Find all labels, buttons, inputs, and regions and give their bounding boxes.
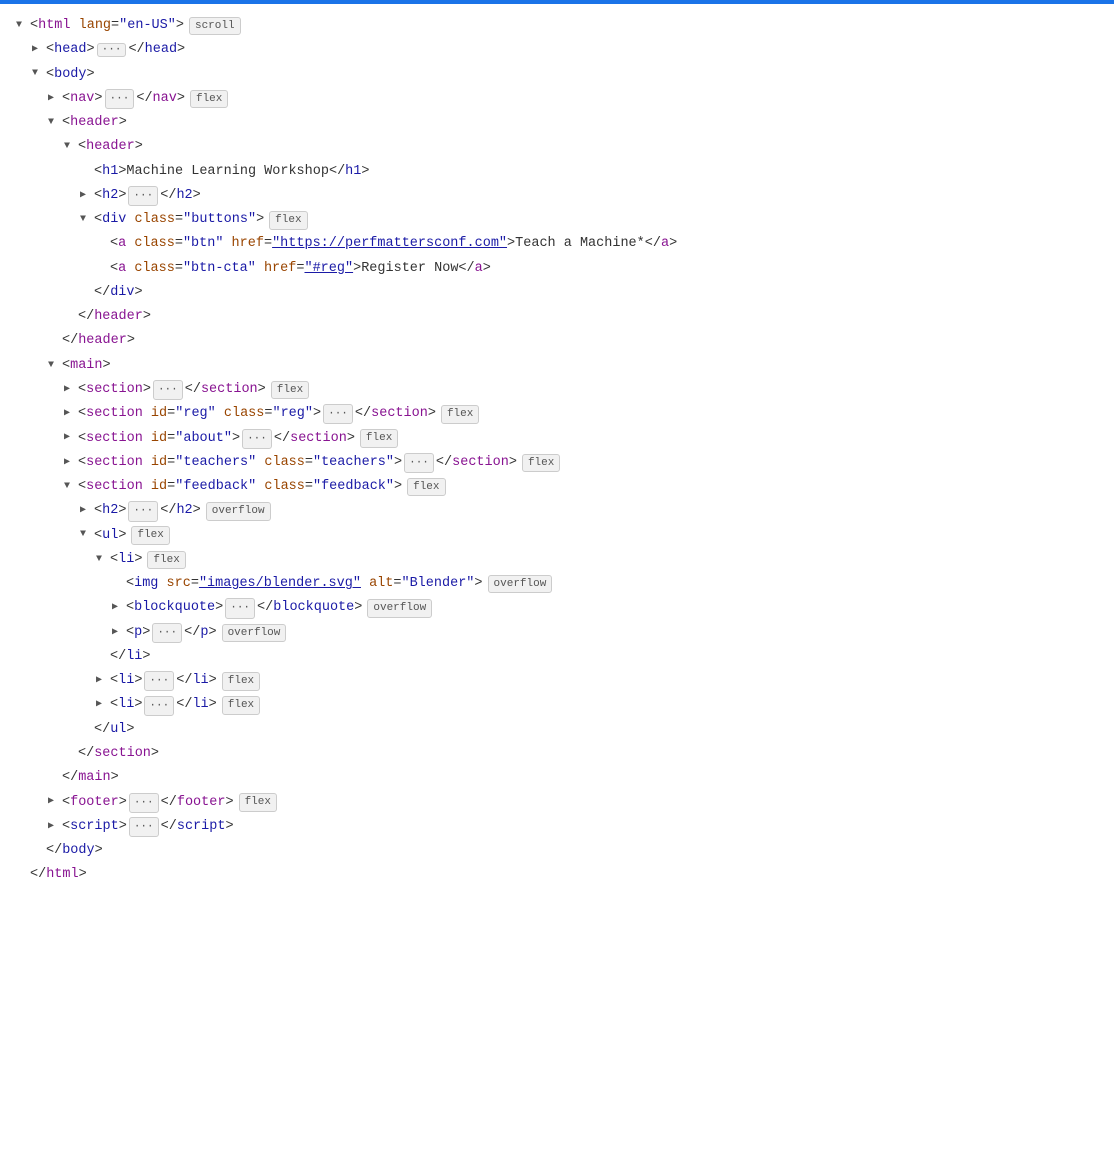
line-html-close: ▶ </html>: [16, 863, 1098, 887]
badge-li3-flex: flex: [222, 696, 260, 715]
line-header1-open: <header>: [16, 111, 1098, 135]
badge-section-about-flex: flex: [360, 429, 398, 448]
badge-p-overflow: overflow: [222, 624, 287, 643]
line-footer: <footer>···</footer> flex: [16, 791, 1098, 815]
line-nav: <nav>···</nav> flex: [16, 87, 1098, 111]
triangle-section-teachers[interactable]: [64, 455, 78, 472]
badge-ul-flex: flex: [131, 526, 169, 545]
badge-img-overflow: overflow: [488, 575, 553, 594]
triangle-div-buttons[interactable]: [80, 212, 94, 229]
badge-nav-flex: flex: [190, 90, 228, 109]
triangle-nav[interactable]: [48, 91, 62, 108]
triangle-p[interactable]: [112, 625, 126, 642]
line-header1-close: ▶ </header>: [16, 329, 1098, 353]
line-li-open: <li> flex: [16, 548, 1098, 572]
line-header2-close: ▶ </header>: [16, 305, 1098, 329]
badge-section-feedback-flex: flex: [407, 478, 445, 497]
dom-tree: <html lang="en-US"> scroll <head>···</he…: [0, 4, 1114, 1164]
badge-li-flex: flex: [147, 551, 185, 570]
line-h2-feedback: <h2>···</h2> overflow: [16, 499, 1098, 523]
triangle-section-feedback[interactable]: [64, 479, 78, 496]
badge-scroll: scroll: [189, 17, 241, 36]
badge-section1-flex: flex: [271, 381, 309, 400]
triangle-h2-feedback[interactable]: [80, 503, 94, 520]
triangle-main[interactable]: [48, 358, 62, 375]
badge-section-reg-flex: flex: [441, 405, 479, 424]
line-section-reg: <section id="reg" class="reg">···</secti…: [16, 402, 1098, 426]
line-section1: <section>···</section> flex: [16, 378, 1098, 402]
badge-h2-overflow: overflow: [206, 502, 271, 521]
line-html: <html lang="en-US"> scroll: [16, 14, 1098, 38]
triangle-html[interactable]: [16, 18, 30, 35]
line-img: ▶ <img src="images/blender.svg" alt="Ble…: [16, 572, 1098, 596]
line-a-btn-cta: ▶ <a class="btn-cta" href="#reg">Registe…: [16, 257, 1098, 281]
line-body-close: ▶ </body>: [16, 839, 1098, 863]
triangle-section-reg[interactable]: [64, 406, 78, 423]
line-div-buttons: <div class="buttons"> flex: [16, 208, 1098, 232]
badge-section-teachers-flex: flex: [522, 454, 560, 473]
line-ul-close: ▶ </ul>: [16, 718, 1098, 742]
badge-blockquote-overflow: overflow: [367, 599, 432, 618]
triangle-li3[interactable]: [96, 697, 110, 714]
triangle-footer[interactable]: [48, 794, 62, 811]
line-main-open: <main>: [16, 354, 1098, 378]
line-a-btn: ▶ <a class="btn" href="https://perfmatte…: [16, 232, 1098, 256]
line-h1: ▶ <h1>Machine Learning Workshop</h1>: [16, 160, 1098, 184]
line-blockquote: <blockquote>···</blockquote> overflow: [16, 596, 1098, 620]
badge-li2-flex: flex: [222, 672, 260, 691]
triangle-script[interactable]: [48, 819, 62, 836]
triangle-header1[interactable]: [48, 115, 62, 132]
badge-footer-flex: flex: [239, 793, 277, 812]
triangle-header2[interactable]: [64, 139, 78, 156]
triangle-ul[interactable]: [80, 527, 94, 544]
line-p: <p>···</p> overflow: [16, 621, 1098, 645]
line-script: <script>···</script>: [16, 815, 1098, 839]
triangle-section-about[interactable]: [64, 430, 78, 447]
line-section-feedback-close: ▶ </section>: [16, 742, 1098, 766]
line-section-feedback-open: <section id="feedback" class="feedback">…: [16, 475, 1098, 499]
triangle-body[interactable]: [32, 66, 46, 83]
line-main-close: ▶ </main>: [16, 766, 1098, 790]
line-li-close: ▶ </li>: [16, 645, 1098, 669]
line-div-close: ▶ </div>: [16, 281, 1098, 305]
line-body-open: <body>: [16, 63, 1098, 87]
triangle-li[interactable]: [96, 552, 110, 569]
line-li2: <li>···</li> flex: [16, 669, 1098, 693]
line-h2: <h2>···</h2>: [16, 184, 1098, 208]
line-li3: <li>···</li> flex: [16, 693, 1098, 717]
badge-div-buttons-flex: flex: [269, 211, 307, 230]
line-header2-open: <header>: [16, 135, 1098, 159]
triangle-li2[interactable]: [96, 673, 110, 690]
triangle-head[interactable]: [32, 42, 46, 59]
line-section-teachers: <section id="teachers" class="teachers">…: [16, 451, 1098, 475]
triangle-h2[interactable]: [80, 188, 94, 205]
triangle-blockquote[interactable]: [112, 600, 126, 617]
line-head: <head>···</head>: [16, 38, 1098, 62]
triangle-section1[interactable]: [64, 382, 78, 399]
line-section-about: <section id="about">···</section> flex: [16, 427, 1098, 451]
line-ul-open: <ul> flex: [16, 524, 1098, 548]
